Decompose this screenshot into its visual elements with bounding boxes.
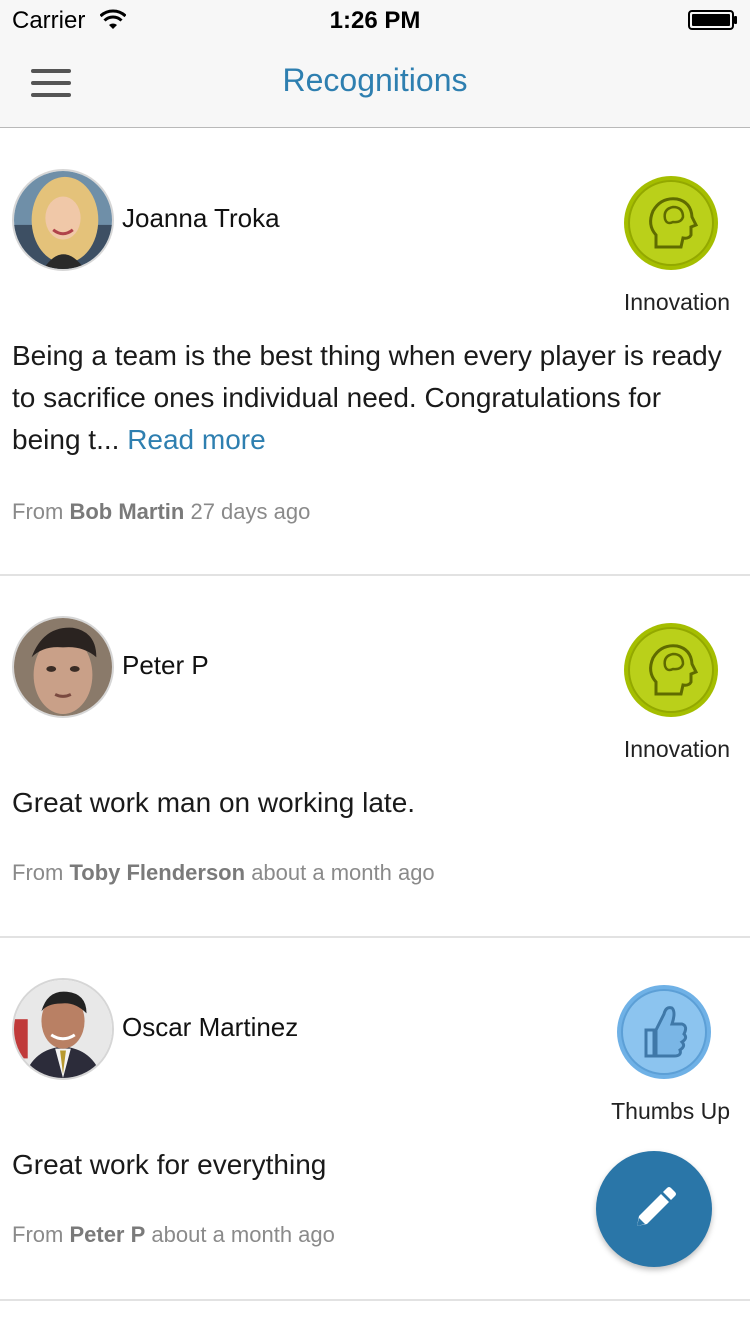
- time-ago: about a month ago: [151, 1222, 335, 1247]
- battery-icon: [688, 10, 737, 30]
- badge-label: Thumbs Up: [611, 1098, 730, 1124]
- pencil-icon: [637, 1187, 676, 1226]
- from-label: From: [12, 499, 64, 524]
- time-ago: 27 days ago: [190, 499, 311, 524]
- avatar-photo: [14, 171, 112, 269]
- navigation-bar: Recognitions: [0, 40, 750, 128]
- badge-label: Innovation: [623, 736, 730, 762]
- sender-name[interactable]: Bob Martin: [69, 499, 184, 524]
- sender-name[interactable]: Toby Flenderson: [69, 860, 245, 885]
- status-time: 1:26 PM: [329, 7, 421, 34]
- message-text: Being a team is the best thing when ever…: [12, 340, 722, 455]
- sender-line: From Bob Martin 27 days ago: [12, 499, 310, 525]
- time-ago: about a month ago: [251, 860, 435, 885]
- message-text: Great work for everything: [12, 1149, 327, 1180]
- from-label: From: [12, 860, 64, 885]
- status-bar: Carrier 1:26 PM: [0, 0, 750, 40]
- recognition-card[interactable]: Peter P Innovation Great work man on wor…: [0, 576, 750, 938]
- avatar[interactable]: [12, 978, 114, 1080]
- recognitions-screen: Carrier 1:26 PM Recognitions Joanna Trok…: [0, 0, 750, 1334]
- page-title: Recognitions: [282, 62, 468, 98]
- thumbs-up-icon: [617, 985, 711, 1079]
- brain-head-icon: [624, 623, 718, 717]
- avatar[interactable]: [12, 169, 114, 271]
- from-label: From: [12, 1222, 64, 1247]
- recognition-message: Being a team is the best thing when ever…: [12, 335, 732, 461]
- brain-head-icon: [624, 176, 718, 270]
- recognition-card[interactable]: Joanna Troka Innovation Being a team is …: [0, 129, 750, 576]
- read-more-link[interactable]: Read more: [127, 424, 266, 455]
- recipient-name[interactable]: Joanna Troka: [122, 203, 280, 234]
- recognition-message: Great work man on working late.: [12, 782, 732, 824]
- avatar-photo: [14, 980, 112, 1078]
- badge-label: Innovation: [623, 289, 730, 315]
- new-recognition-button[interactable]: [596, 1151, 712, 1267]
- sender-name[interactable]: Peter P: [69, 1222, 145, 1247]
- message-text: Great work man on working late.: [12, 787, 416, 818]
- recipient-name[interactable]: Peter P: [122, 650, 209, 681]
- avatar[interactable]: [12, 616, 114, 718]
- avatar-photo: [14, 618, 112, 716]
- sender-line: From Toby Flenderson about a month ago: [12, 860, 435, 886]
- recipient-name[interactable]: Oscar Martinez: [122, 1012, 298, 1043]
- sender-line: From Peter P about a month ago: [12, 1222, 335, 1248]
